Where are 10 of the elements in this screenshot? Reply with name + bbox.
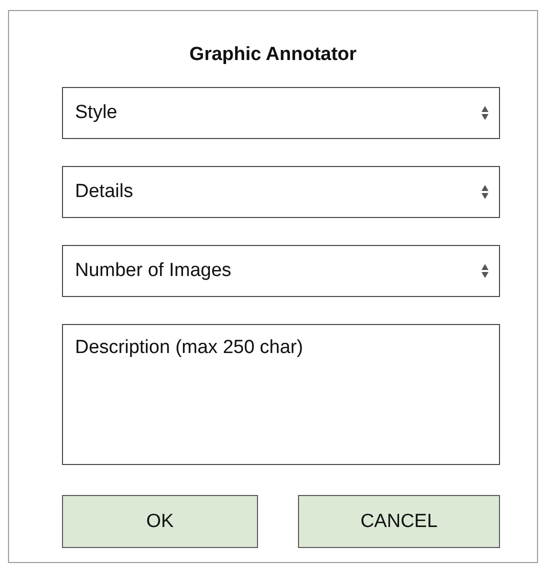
description-field[interactable]: Description (max 250 char) xyxy=(62,324,500,465)
dropdown-select[interactable]: Number of Images xyxy=(62,245,500,297)
dropdown-select[interactable]: Style xyxy=(62,87,500,139)
dialog-title: Graphic Annotator xyxy=(189,44,357,66)
sort-arrows-icon xyxy=(481,263,489,279)
cancel-button[interactable]: CANCEL xyxy=(298,495,500,548)
sort-arrows-icon xyxy=(481,184,489,200)
dropdown-select[interactable]: Details xyxy=(62,166,500,218)
sort-arrows-icon xyxy=(481,105,489,121)
ok-button[interactable]: OK xyxy=(62,495,258,548)
